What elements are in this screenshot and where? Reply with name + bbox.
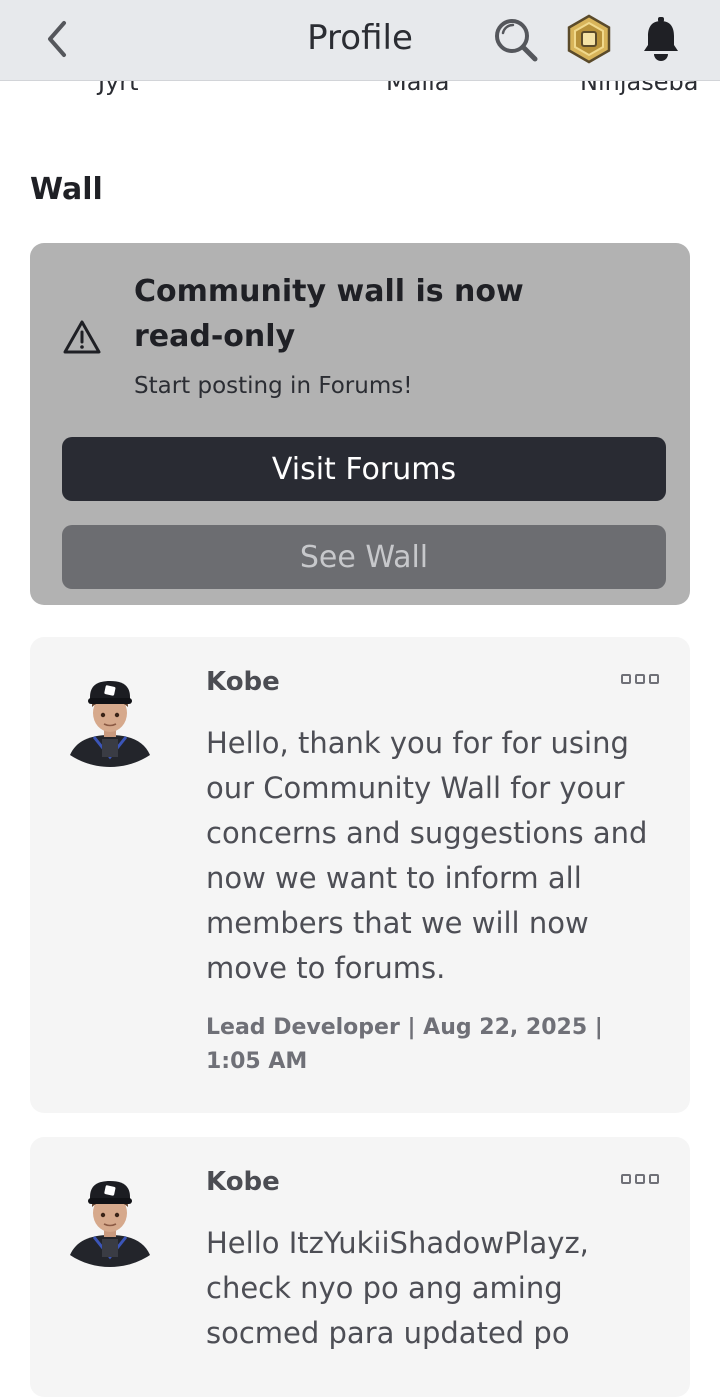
notifications-button[interactable] xyxy=(634,12,688,66)
visit-forums-button[interactable]: Visit Forums xyxy=(62,437,666,501)
wall-heading: Wall xyxy=(30,172,103,207)
search-icon xyxy=(495,19,538,62)
avatar[interactable] xyxy=(68,677,152,769)
top-bar: Profile xyxy=(0,0,720,81)
post-body: Hello ItzYukiiShadowPlayz, check nyo po … xyxy=(206,1226,589,1350)
notice-title: Community wall is now read-only xyxy=(134,274,524,354)
robux-icon xyxy=(567,14,611,64)
more-options-icon xyxy=(621,674,659,684)
back-button[interactable] xyxy=(30,12,84,66)
notice-subtitle: Start posting in Forums! xyxy=(134,373,413,399)
post-options-button[interactable] xyxy=(618,667,662,691)
post-author[interactable]: Kobe xyxy=(206,665,280,699)
page-title: Profile xyxy=(307,18,413,58)
more-options-icon xyxy=(621,1174,659,1184)
wall-post: Kobe Hello, thank you for for using our … xyxy=(30,637,690,1113)
post-body: Hello, thank you for for using our Commu… xyxy=(206,726,648,985)
wall-post: Kobe Hello ItzYukiiShadowPlayz, check ny… xyxy=(30,1137,690,1397)
post-meta: Lead Developer | Aug 22, 2025 | 1:05 AM xyxy=(206,1015,603,1074)
read-only-notice-card: Community wall is now read-only Start po… xyxy=(30,243,690,605)
warning-icon xyxy=(63,320,101,354)
post-options-button[interactable] xyxy=(618,1167,662,1191)
avatar[interactable] xyxy=(68,1177,152,1269)
robux-button[interactable] xyxy=(562,12,616,66)
bell-icon xyxy=(644,17,678,61)
post-author[interactable]: Kobe xyxy=(206,1165,280,1199)
see-wall-button[interactable]: See Wall xyxy=(62,525,666,589)
search-button[interactable] xyxy=(488,12,544,68)
chevron-left-icon xyxy=(48,21,66,57)
